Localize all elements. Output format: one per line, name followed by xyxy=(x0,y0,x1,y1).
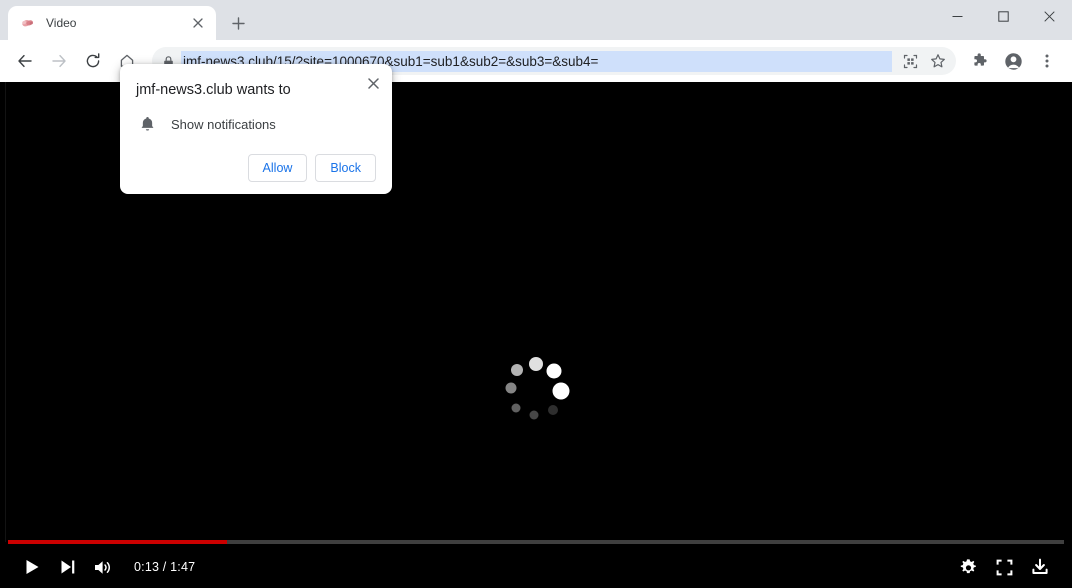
forward-icon[interactable] xyxy=(45,47,73,75)
progress-bar[interactable] xyxy=(8,540,1064,544)
dialog-actions: Allow Block xyxy=(136,154,376,182)
toolbar-tail xyxy=(962,47,1064,75)
bookmark-star-icon[interactable] xyxy=(926,49,950,73)
volume-button[interactable] xyxy=(86,549,122,585)
minimize-button[interactable] xyxy=(934,0,980,32)
permission-row: Show notifications xyxy=(136,116,376,132)
progress-fill xyxy=(8,540,227,544)
new-tab-button[interactable] xyxy=(224,9,252,37)
notification-permission-dialog: jmf-news3.club wants to Show notificatio… xyxy=(120,64,392,194)
tab-close-icon[interactable] xyxy=(188,13,208,33)
controls-row: 0:13 / 1:47 xyxy=(0,546,1072,588)
browser-tab[interactable]: Video xyxy=(8,6,216,40)
tab-title: Video xyxy=(46,16,77,30)
video-left-edge xyxy=(5,82,6,588)
download-icon[interactable] xyxy=(1022,549,1058,585)
video-controls: 0:13 / 1:47 xyxy=(0,540,1072,588)
window-controls xyxy=(934,0,1072,32)
tab-strip: Video xyxy=(0,0,1072,40)
play-button[interactable] xyxy=(14,549,50,585)
extensions-puzzle-icon[interactable] xyxy=(965,47,993,75)
qr-code-icon[interactable] xyxy=(898,49,922,73)
video-favicon-icon xyxy=(20,15,36,31)
fullscreen-icon[interactable] xyxy=(986,549,1022,585)
block-button[interactable]: Block xyxy=(315,154,376,182)
close-window-button[interactable] xyxy=(1026,0,1072,32)
time-display: 0:13 / 1:47 xyxy=(134,560,196,574)
omnibox-actions xyxy=(896,49,952,73)
bell-icon xyxy=(136,116,158,132)
chrome-menu-icon[interactable] xyxy=(1033,47,1061,75)
back-icon[interactable] xyxy=(11,47,39,75)
profile-avatar-icon[interactable] xyxy=(999,47,1027,75)
reload-icon[interactable] xyxy=(79,47,107,75)
next-track-button[interactable] xyxy=(50,549,86,585)
settings-gear-icon[interactable] xyxy=(950,549,986,585)
maximize-button[interactable] xyxy=(980,0,1026,32)
dialog-close-icon[interactable] xyxy=(362,72,384,94)
permission-label: Show notifications xyxy=(171,116,276,132)
browser-window: Video jmf-news3.club/15/?site=1000670&su… xyxy=(0,0,1072,588)
allow-button[interactable]: Allow xyxy=(247,154,308,182)
dialog-title: jmf-news3.club wants to xyxy=(136,82,291,98)
